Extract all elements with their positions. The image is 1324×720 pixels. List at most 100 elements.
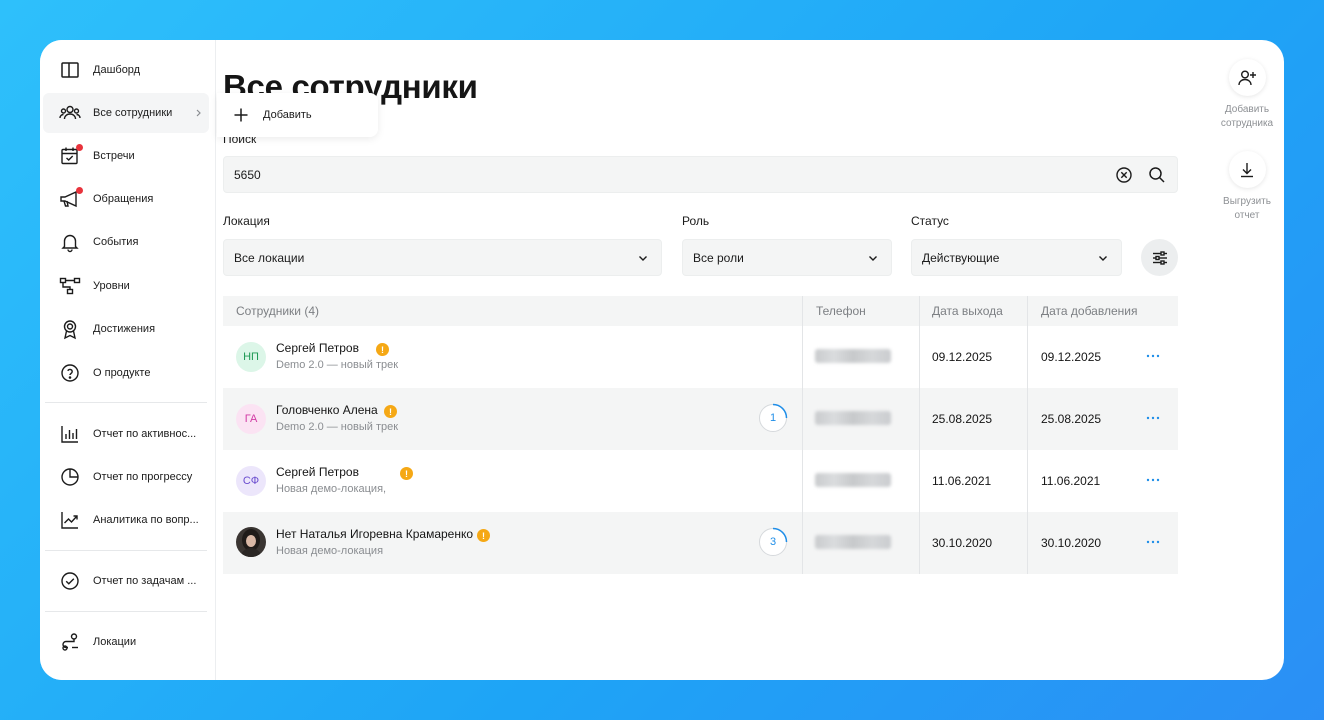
employee-name[interactable]: Сергей Петров [276, 465, 359, 479]
column-header-employees[interactable]: Сотрудники (4) [236, 304, 319, 318]
exit-date: 11.06.2021 [932, 474, 992, 488]
sidebar-item-dashboard[interactable]: Дашборд [43, 50, 209, 90]
table-row[interactable]: Нет Наталья Игоревна Крамаренко ! Новая … [223, 512, 1178, 574]
sidebar-item-events[interactable]: События [43, 222, 209, 262]
added-date: 09.12.2025 [1041, 350, 1102, 364]
exit-date: 25.08.2025 [932, 412, 993, 426]
clear-icon[interactable] [1114, 165, 1134, 185]
employee-name[interactable]: Нет Наталья Игоревна Крамаренко [276, 527, 473, 541]
add-employee-popup-item[interactable]: Добавить [217, 93, 378, 137]
help-icon [59, 362, 81, 384]
route-icon [59, 631, 81, 653]
sidebar-item-tasks-report[interactable]: Отчет по задачам ... [43, 561, 209, 601]
sidebar-item-label: Уровни [93, 280, 130, 292]
add-employee-label: Добавить сотрудника [1220, 104, 1274, 129]
status-select-value: Действующие [922, 250, 1000, 265]
trend-icon [59, 509, 81, 531]
location-select-value: Все локации [234, 250, 305, 265]
status-filter-label: Статус [911, 214, 949, 228]
progress-value: 1 [769, 412, 777, 424]
employee-subtitle: Demo 2.0 — новый трек [276, 359, 399, 371]
sidebar-item-label: Отчет по задачам ... [93, 575, 197, 587]
employee-name[interactable]: Сергей Петров [276, 341, 359, 355]
export-report-button[interactable]: Выгрузить отчет [1213, 151, 1281, 223]
filter-settings-button[interactable] [1141, 239, 1178, 276]
add-employee-button[interactable]: Добавить сотрудника [1213, 59, 1281, 131]
search-input[interactable] [234, 166, 1094, 184]
warning-icon: ! [376, 343, 389, 356]
sidebar-item-label: События [93, 236, 139, 248]
sidebar-item-all-employees[interactable]: Все сотрудники [43, 93, 209, 133]
search-icon[interactable] [1147, 165, 1167, 185]
calendar-icon [59, 144, 83, 167]
bell-icon [59, 231, 81, 253]
employee-subtitle: Новая демо-локация, [276, 483, 387, 495]
location-select[interactable]: Все локации [223, 239, 662, 276]
warning-icon: ! [477, 529, 490, 542]
role-select[interactable]: Все роли [682, 239, 892, 276]
column-header-exit-date[interactable]: Дата выхода [932, 304, 1003, 318]
sidebar-item-label: О продукте [93, 367, 151, 379]
table-row[interactable]: СФ Сергей Петров ! Новая демо-локация, 1… [223, 450, 1178, 512]
divider [45, 611, 207, 612]
added-date: 11.06.2021 [1041, 474, 1101, 488]
sidebar-item-label: Локации [93, 636, 137, 648]
table-header: Сотрудники (4) Телефон Дата выхода Дата … [223, 296, 1178, 326]
app-window: Дашборд Все сотрудники Встречи Обращения… [40, 40, 1284, 680]
layout-icon [59, 59, 81, 81]
exit-date: 30.10.2020 [932, 536, 993, 550]
sidebar-item-label: Отчет по прогрессу [93, 471, 193, 483]
download-icon [1228, 151, 1266, 188]
notification-dot [76, 144, 83, 151]
status-select[interactable]: Действующие [911, 239, 1122, 276]
more-icon[interactable] [1143, 472, 1163, 488]
check-circle-icon [59, 570, 81, 592]
sidebar-item-requests[interactable]: Обращения [43, 179, 209, 219]
divider [45, 402, 207, 403]
chevron-down-icon [639, 256, 647, 261]
column-divider [919, 296, 920, 574]
progress-indicator: 1 [758, 403, 788, 433]
hierarchy-icon [59, 275, 81, 297]
role-select-value: Все роли [693, 250, 744, 265]
column-divider [1027, 296, 1028, 574]
sidebar-item-question-analytics[interactable]: Аналитика по вопр... [43, 500, 209, 540]
sidebar-item-label: Обращения [93, 193, 154, 205]
sidebar-item-locations[interactable]: Локации [43, 622, 209, 662]
progress-value: 3 [769, 536, 777, 548]
sidebar-item-about[interactable]: О продукте [43, 353, 209, 393]
table-row[interactable]: ГА Головченко Алена ! Demo 2.0 — новый т… [223, 388, 1178, 450]
sidebar-item-progress-report[interactable]: Отчет по прогрессу [43, 457, 209, 497]
avatar: ГА [236, 404, 266, 434]
column-header-phone[interactable]: Телефон [816, 304, 866, 318]
add-label: Добавить [263, 109, 312, 121]
sidebar-item-label: Достижения [93, 323, 156, 335]
sidebar-item-activity-report[interactable]: Отчет по активнос... [43, 414, 209, 454]
progress-indicator: 3 [758, 527, 788, 557]
divider [45, 550, 207, 551]
employee-subtitle: Demo 2.0 — новый трек [276, 421, 399, 433]
sidebar-item-meetings[interactable]: Встречи [43, 136, 209, 176]
more-icon[interactable] [1143, 348, 1163, 364]
added-date: 30.10.2020 [1041, 536, 1102, 550]
export-report-label: Выгрузить отчет [1223, 196, 1271, 221]
more-icon[interactable] [1143, 410, 1163, 426]
sidebar-item-label: Дашборд [93, 64, 141, 76]
sidebar-item-levels[interactable]: Уровни [43, 266, 209, 306]
plus-icon [234, 108, 248, 122]
add-user-icon [1228, 59, 1266, 96]
column-divider [802, 296, 803, 574]
table-row[interactable]: НП Сергей Петров ! Demo 2.0 — новый трек… [223, 326, 1178, 388]
added-date: 25.08.2025 [1041, 412, 1102, 426]
notification-dot [76, 187, 83, 194]
chevron-down-icon [869, 256, 877, 261]
employee-name[interactable]: Головченко Алена [276, 403, 378, 417]
sliders-icon [1152, 250, 1167, 265]
column-header-added-date[interactable]: Дата добавления [1041, 304, 1137, 318]
sidebar-item-achievements[interactable]: Достижения [43, 309, 209, 349]
warning-icon: ! [384, 405, 397, 418]
chevron-down-icon [1099, 256, 1107, 261]
more-icon[interactable] [1143, 534, 1163, 550]
bar-chart-icon [59, 423, 81, 445]
warning-icon: ! [400, 467, 413, 480]
